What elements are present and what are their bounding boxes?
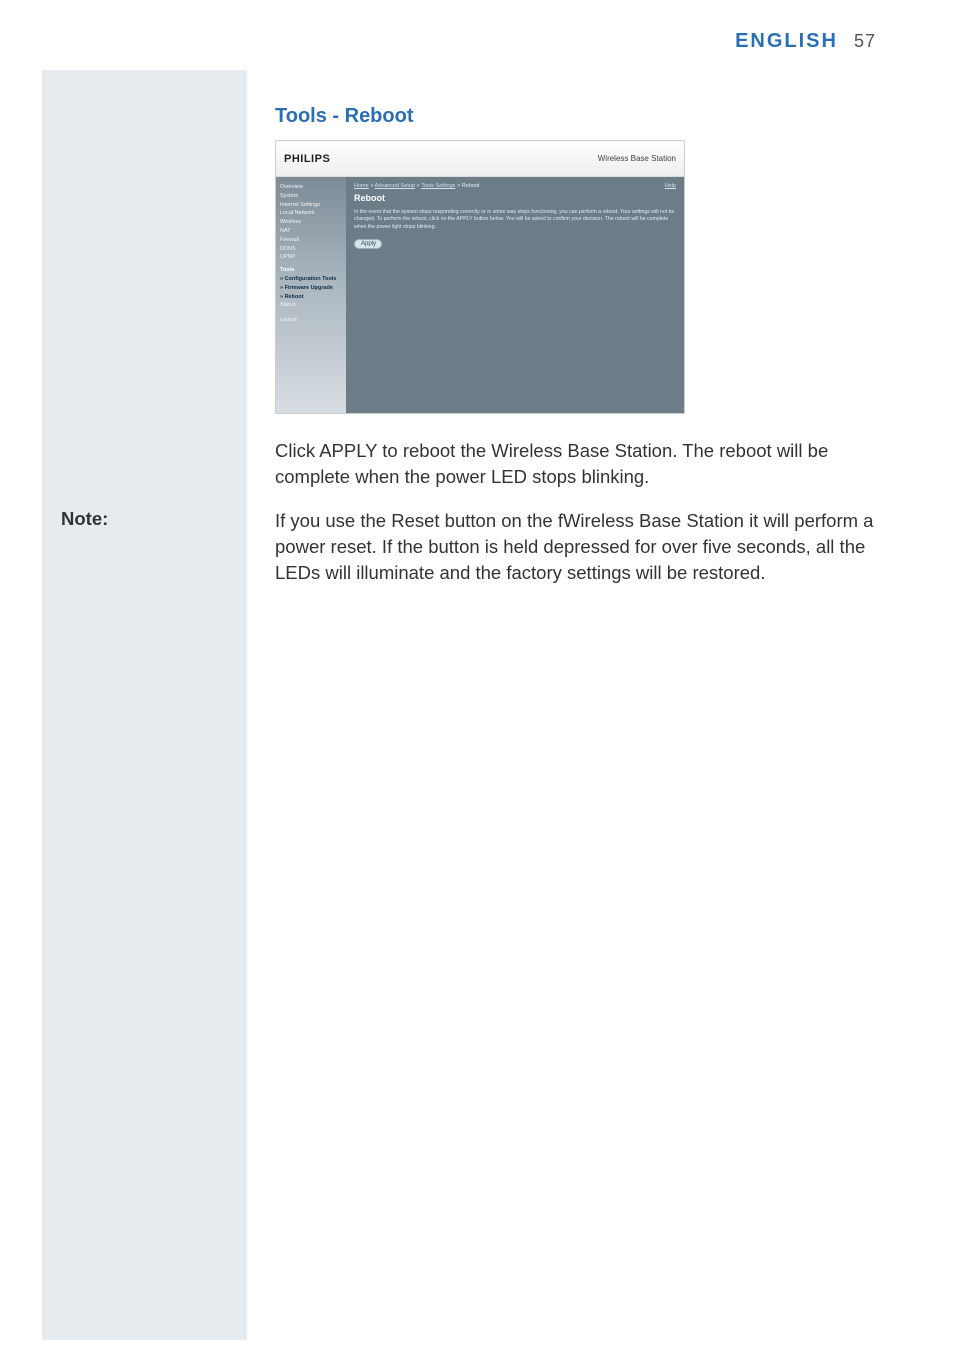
page-number: 57 [854,31,876,52]
ss-header: PHILIPS Wireless Base Station [276,141,684,177]
note-label: Note: [61,508,108,530]
ss-sidebar: Overview System Internet Settings Local … [276,177,346,413]
content-title: Reboot [354,193,676,203]
page-header: ENGLISH 57 [735,30,876,53]
sidebar-item-wireless[interactable]: Wireless [280,218,342,227]
brand-logo: PHILIPS [284,153,330,165]
help-link[interactable]: Help [665,183,676,189]
sidebar-item-firewall[interactable]: Firewall [280,236,342,245]
sidebar-item-status[interactable]: Status [280,301,342,310]
breadcrumb: Home > Advanced Setup > Tools Settings >… [354,183,676,189]
sidebar-item-config-tools[interactable]: » Configuration Tools [280,275,342,284]
sidebar-item-firmware-upgrade[interactable]: » Firmware Upgrade [280,284,342,293]
sidebar-item-overview[interactable]: Overview [280,183,342,192]
crumb-tools[interactable]: Tools Settings [421,183,455,189]
section-title: Tools - Reboot [275,105,414,128]
sidebar-item-nat[interactable]: NAT [280,227,342,236]
language-label: ENGLISH [735,30,838,53]
sidebar-item-logout[interactable]: Logout [280,316,342,325]
note-paragraph: If you use the Reset button on the fWire… [275,508,885,586]
content-text: In the event that the system stops respo… [354,209,676,231]
apply-button[interactable]: Apply [354,239,382,249]
crumb-advanced[interactable]: Advanced Setup [375,183,415,189]
product-name: Wireless Base Station [598,154,676,163]
sidebar-item-reboot[interactable]: » Reboot [280,293,342,302]
router-admin-screenshot: PHILIPS Wireless Base Station Overview S… [275,140,685,414]
sidebar-item-tools[interactable]: Tools [280,266,342,275]
crumb-home[interactable]: Home [354,183,369,189]
sidebar-item-local-network[interactable]: Local Network [280,209,342,218]
sidebar-item-system[interactable]: System [280,192,342,201]
margin-sidebar [42,70,247,1340]
ss-content: Help Home > Advanced Setup > Tools Setti… [346,177,684,413]
sidebar-item-upnp[interactable]: UPNP [280,253,342,262]
ss-body: Overview System Internet Settings Local … [276,177,684,413]
instruction-paragraph: Click APPLY to reboot the Wireless Base … [275,438,885,490]
crumb-current: Reboot [462,183,480,189]
sidebar-item-internet[interactable]: Internet Settings [280,201,342,210]
sidebar-item-ddns[interactable]: DDNS [280,245,342,254]
